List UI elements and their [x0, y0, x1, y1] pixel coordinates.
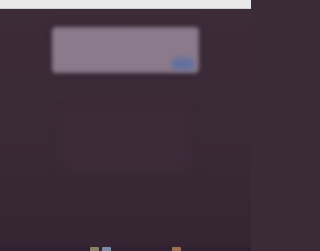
app-icon-1[interactable] — [90, 247, 99, 251]
top-bar — [0, 0, 251, 9]
background-content — [62, 112, 188, 172]
dialog-primary-button[interactable] — [172, 58, 194, 70]
app-icon-3[interactable] — [172, 247, 181, 251]
desktop-screen — [0, 0, 251, 251]
taskbar — [0, 247, 251, 251]
app-icon-2[interactable] — [102, 247, 111, 251]
